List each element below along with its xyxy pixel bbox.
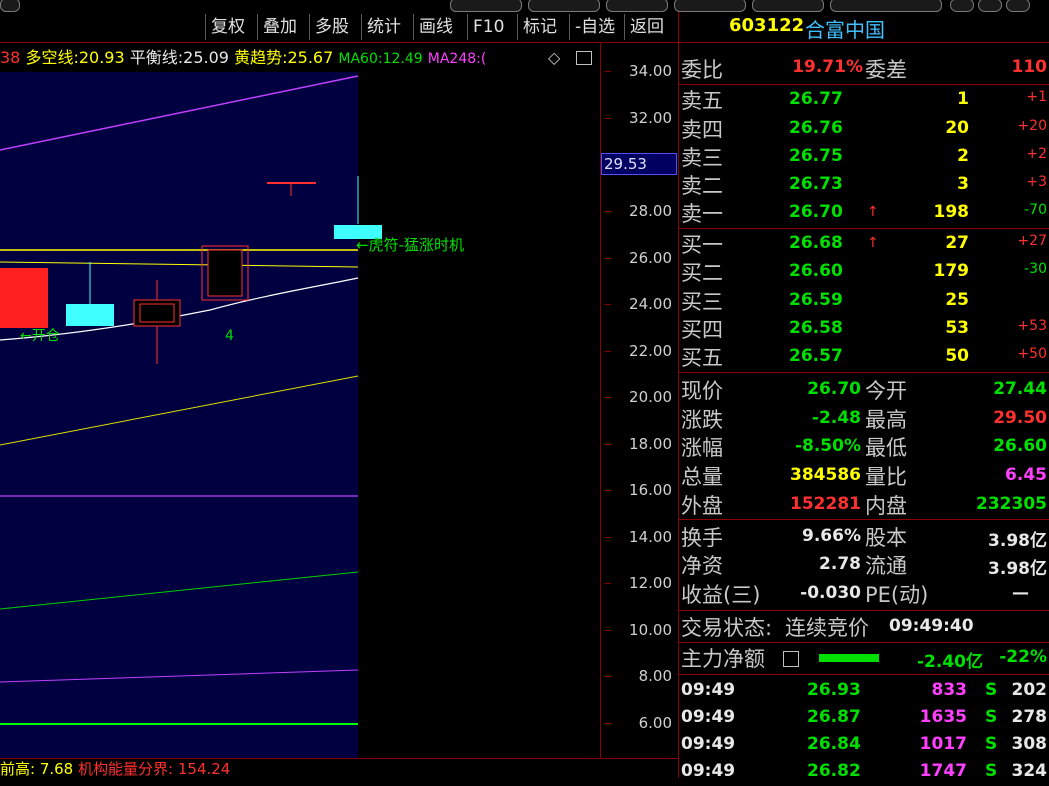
- info-row: 换手 9.66% 股本 3.98亿: [681, 526, 1047, 551]
- statistics-button[interactable]: 统计: [361, 14, 406, 40]
- chart-right-label: ←虎符-猛涨时机: [356, 236, 464, 254]
- info-row: 净资 2.78 流通 3.98亿: [681, 554, 1047, 579]
- order-row-sell1[interactable]: 卖一 26.70 ↑ 198 -70: [679, 198, 1049, 227]
- order-row-buy2[interactable]: 买二 26.60 179 -30: [679, 257, 1049, 286]
- axis-tick: 22.00: [629, 342, 672, 360]
- bottom-indicator-line: 前高: 7.68 机构能量分界: 154.24: [0, 758, 678, 779]
- trade-status-row: 交易状态: 连续竞价 09:49:40: [681, 616, 974, 640]
- watchlist-button[interactable]: -自选: [569, 14, 620, 40]
- indicator-duokong: 多空线:20.93: [25, 48, 125, 67]
- axis-tick: 6.00: [638, 714, 672, 732]
- axis-tick: 32.00: [629, 109, 672, 127]
- back-button[interactable]: 返回: [624, 14, 669, 40]
- order-row-sell3[interactable]: 卖三 26.75 2 +2: [679, 142, 1049, 171]
- list-icon[interactable]: [783, 651, 799, 667]
- chart-background: [0, 72, 358, 758]
- mark-button[interactable]: 标记: [517, 14, 562, 40]
- weidiff-value: 110: [1011, 57, 1048, 77]
- axis-tick: 18.00: [629, 435, 672, 453]
- order-row-buy1[interactable]: 买一 26.68 ↑ 27 +27: [679, 229, 1049, 258]
- axis-tick: 10.00: [629, 621, 672, 639]
- indicator-pingheng: 平衡线:25.09: [129, 48, 229, 67]
- energy-label: 机构能量分界:: [78, 760, 174, 778]
- chart-toolbar: 复权 叠加 多股 统计 画线 F10 标记 -自选 返回: [0, 12, 678, 43]
- order-row-sell5[interactable]: 卖五 26.77 1 +1: [679, 85, 1049, 114]
- current-price-marker: 29.53: [601, 153, 677, 175]
- circle-button[interactable]: [1006, 0, 1030, 12]
- axis-tick: 24.00: [629, 295, 672, 313]
- menu-segment[interactable]: [528, 0, 600, 12]
- axis-tick: 8.00: [638, 667, 672, 685]
- tick-row: 09:49 26.82 1747 S 324: [681, 761, 1047, 781]
- main-flow-row[interactable]: 主力净额 -2.40亿 -22%: [679, 643, 1049, 672]
- f10-button[interactable]: F10: [467, 14, 509, 40]
- menu-segment[interactable]: [752, 0, 824, 12]
- stock-header: 603122 合富中国: [678, 12, 1049, 43]
- order-row-buy5[interactable]: 买五 26.57 50 +50: [679, 342, 1049, 371]
- menu-segment[interactable]: [606, 0, 668, 12]
- price-axis: 34.00 32.00 29.53 28.00 26.00 24.00 22.0…: [600, 42, 678, 758]
- axis-tick: 14.00: [629, 528, 672, 546]
- circle-button[interactable]: [978, 0, 1002, 12]
- quote-row: 外盘 152281 内盘 232305: [681, 494, 1047, 518]
- info-row: 收益(三) -0.030 PE(动) —: [681, 583, 1029, 607]
- multi-stock-button[interactable]: 多股: [309, 14, 354, 40]
- energy-value: 154.24: [177, 760, 231, 778]
- stock-name: 合富中国: [805, 18, 885, 42]
- restore-rights-button[interactable]: 复权: [205, 14, 250, 40]
- candle-hollow-inner: [139, 303, 175, 323]
- menu-segment[interactable]: [674, 0, 746, 12]
- weibi-value: 19.71%: [792, 57, 863, 77]
- menu-segment[interactable]: [830, 0, 942, 12]
- candle-red: [0, 268, 48, 328]
- indicator-huangqushi: 黄趋势:25.67: [234, 48, 334, 67]
- chart-left-label: ←开仓: [20, 328, 60, 344]
- axis-tick: 28.00: [629, 202, 672, 220]
- tick-row: 09:49 26.93 833 S 202: [681, 680, 1047, 700]
- previous-high: 前高: 7.68: [0, 760, 74, 778]
- quote-row: 涨幅 -8.50% 最低 26.60: [681, 436, 1047, 460]
- quote-row: 现价 26.70 今开 27.44: [681, 379, 1047, 403]
- chart-empty-area: [358, 72, 600, 758]
- top-strip: [0, 0, 1049, 12]
- indicator-ma60: MA60:12.49: [338, 51, 423, 67]
- kline-chart[interactable]: ←开仓 4 ←虎符-猛涨时机: [0, 72, 600, 758]
- stock-code: 603122: [729, 15, 805, 36]
- axis-tick: 12.00: [629, 574, 672, 592]
- circle-button[interactable]: [950, 0, 974, 12]
- tick-row: 09:49 26.87 1635 S 278: [681, 707, 1047, 727]
- candle-count-label: 4: [225, 328, 234, 344]
- flow-bar: [819, 654, 879, 662]
- tick-row: 09:49 26.84 1017 S 308: [681, 734, 1047, 754]
- menu-segment[interactable]: [0, 0, 20, 12]
- panel-toggle-icon[interactable]: [576, 51, 592, 65]
- weibi-row: 委比 19.71% 委差 110: [679, 54, 1049, 83]
- indicator-line: 38 多空线:20.93 平衡线:25.09 黄趋势:25.67 MA60:12…: [0, 44, 600, 72]
- candle-cyan: [66, 304, 114, 326]
- order-row-sell4[interactable]: 卖四 26.76 20 +20: [679, 114, 1049, 143]
- draw-line-button[interactable]: 画线: [413, 14, 458, 40]
- up-arrow-icon: ↑: [867, 235, 879, 251]
- order-row-buy3[interactable]: 买三 26.59 25: [679, 286, 1049, 315]
- weidiff-label: 委差: [865, 58, 907, 82]
- up-arrow-icon: ↑: [867, 204, 879, 220]
- quote-panel: 委比 19.71% 委差 110 卖五 26.77 1 +1 卖四 26.76 …: [678, 42, 1049, 781]
- overlay-button[interactable]: 叠加: [257, 14, 302, 40]
- diamond-icon[interactable]: ◇: [548, 44, 560, 72]
- indicator-ma248: MA248:(: [427, 51, 487, 67]
- axis-tick: 16.00: [629, 481, 672, 499]
- axis-tick: 20.00: [629, 388, 672, 406]
- quote-row: 涨跌 -2.48 最高 29.50: [681, 408, 1047, 432]
- weibi-label: 委比: [681, 58, 723, 82]
- axis-tick: 34.00: [629, 62, 672, 80]
- candle-hollow-inner: [207, 249, 243, 297]
- order-row-buy4[interactable]: 买四 26.58 53 +53: [679, 314, 1049, 343]
- indicator-prefix: 38: [0, 48, 21, 67]
- order-row-sell2[interactable]: 卖二 26.73 3 +3: [679, 170, 1049, 199]
- quote-row: 总量 384586 量比 6.45: [681, 465, 1047, 489]
- menu-segment[interactable]: [450, 0, 522, 12]
- axis-tick: 26.00: [629, 249, 672, 267]
